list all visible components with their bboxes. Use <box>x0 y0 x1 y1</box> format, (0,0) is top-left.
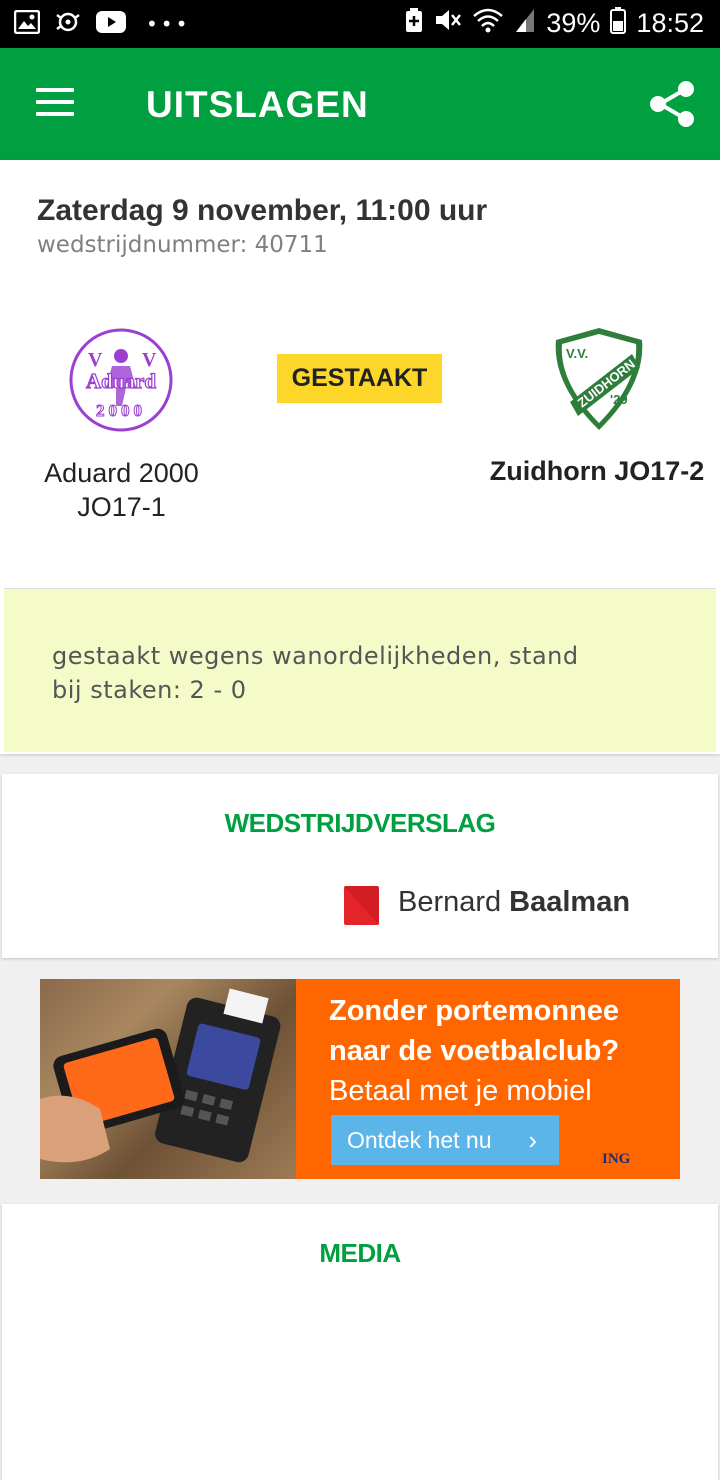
status-bar-left: ••• <box>13 9 191 38</box>
cast-icon <box>54 10 82 38</box>
player-last-name: Baalman <box>509 886 631 918</box>
battery-saver-icon <box>404 7 424 40</box>
lion-icon <box>635 1155 656 1165</box>
advertisement-banner[interactable]: Zonder portemonnee naar de voetbalclub? … <box>40 979 680 1179</box>
red-card-icon <box>344 886 379 925</box>
youtube-icon <box>96 11 126 37</box>
away-logo-prefix: V.V. <box>566 346 588 361</box>
ad-cta-button[interactable]: Ontdek het nu › <box>331 1115 559 1165</box>
signal-icon <box>514 7 536 40</box>
battery-icon <box>610 6 627 41</box>
ad-photo <box>40 979 296 1179</box>
status-bar-right: 39% 18:52 <box>404 6 704 41</box>
ad-brand-logo: ING <box>602 1151 656 1168</box>
away-logo-year: '29 <box>610 392 628 407</box>
home-logo-year: 2000 <box>96 401 146 420</box>
svg-text:V: V <box>142 349 157 371</box>
match-note: gestaakt wegens wanordelijkheden, stand … <box>4 588 716 752</box>
ad-brand: ING <box>602 1151 631 1167</box>
image-icon <box>13 9 41 38</box>
away-team-logo[interactable]: V.V. ZUIDHORN '29 <box>548 324 650 434</box>
match-card: Zaterdag 9 november, 11:00 uur wedstrijd… <box>0 160 720 754</box>
wifi-icon <box>472 7 504 40</box>
hamburger-menu-icon[interactable] <box>36 88 76 118</box>
svg-text:V: V <box>88 349 103 371</box>
home-team-logo[interactable]: V V Aduard 2000 <box>66 326 176 434</box>
ad-subline: Betaal met je mobiel <box>329 1075 592 1107</box>
battery-percent: 39% <box>546 8 601 38</box>
ad-text: Zonder portemonnee naar de voetbalclub? … <box>329 991 619 1111</box>
chevron-right-icon: › <box>528 1125 537 1155</box>
share-icon[interactable] <box>646 78 698 130</box>
page-title: UITSLAGEN <box>146 84 369 125</box>
media-title: MEDIA <box>319 1238 401 1268</box>
match-date: Zaterdag 9 november, 11:00 uur <box>37 194 488 227</box>
away-team-name[interactable]: Zuidhorn JO17-2 <box>478 456 716 487</box>
home-team-name[interactable]: Aduard 2000 JO17-1 <box>20 456 223 524</box>
match-number: wedstrijdnummer: 40711 <box>37 232 328 258</box>
more-dots-icon: ••• <box>146 12 191 36</box>
media-card: MEDIA <box>2 1204 718 1480</box>
app-bar: UITSLAGEN <box>0 48 720 160</box>
clock: 18:52 <box>636 8 704 38</box>
ad-headline-1: Zonder portemonnee <box>329 995 620 1027</box>
home-logo-name: Aduard <box>86 369 156 393</box>
match-report-card: WEDSTRIJDVERSLAG Bernard Baalman <box>2 774 718 958</box>
mute-icon <box>434 7 462 40</box>
match-report-title: WEDSTRIJDVERSLAG <box>224 808 496 838</box>
ad-headline-2: naar de voetbalclub? <box>329 1035 620 1067</box>
status-badge: GESTAAKT <box>277 354 442 403</box>
status-bar: ••• 39% 18:52 <box>0 0 720 48</box>
ad-cta-label: Ontdek het nu <box>347 1127 492 1153</box>
player-first-name: Bernard <box>398 886 502 918</box>
match-note-text: gestaakt wegens wanordelijkheden, stand … <box>52 642 579 704</box>
player-name[interactable]: Bernard Baalman <box>398 886 630 919</box>
